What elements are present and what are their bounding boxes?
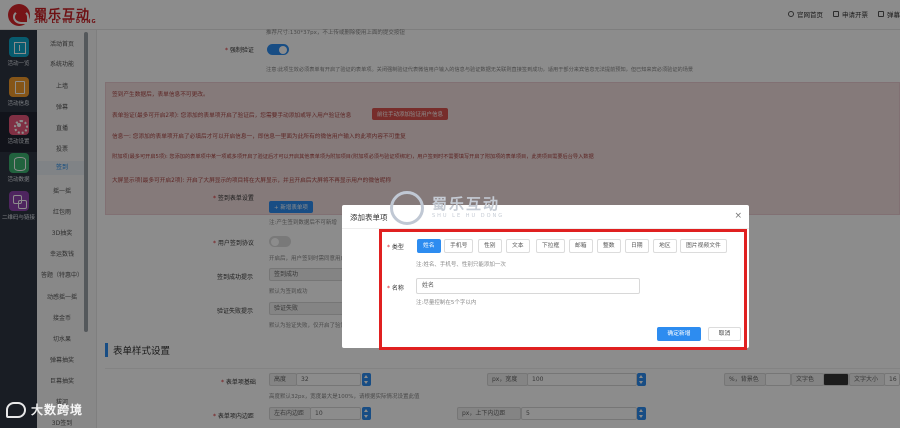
watermark-text-cn: 蜀乐互动 bbox=[432, 195, 501, 213]
corner-brand-text: 大数跨境 bbox=[31, 403, 84, 417]
close-icon[interactable]: × bbox=[734, 211, 742, 221]
highlight-annotation-frame bbox=[379, 229, 747, 350]
watermark-text-en: SHU LE HU DONG bbox=[432, 213, 505, 219]
modal-brand-watermark: 蜀乐互动 SHU LE HU DONG bbox=[390, 191, 540, 229]
corner-brand-watermark: 大数跨境 bbox=[6, 401, 83, 418]
watermark-logo-icon bbox=[390, 191, 424, 225]
dialog-title: 添加表单项 bbox=[350, 213, 388, 222]
brand-chat-icon bbox=[6, 401, 26, 418]
